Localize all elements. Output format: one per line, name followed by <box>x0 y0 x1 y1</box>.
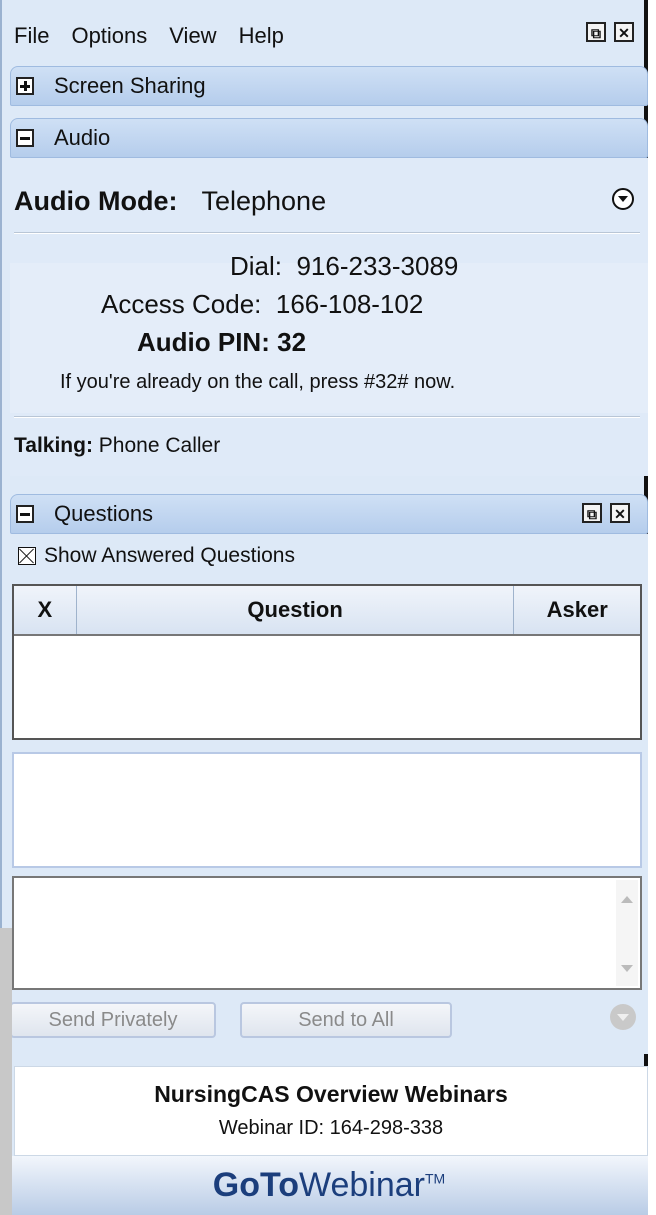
popout-icon[interactable]: ⧉ <box>586 22 606 42</box>
menu-view[interactable]: View <box>169 23 216 49</box>
send-to-all-button[interactable]: Send to All <box>240 1002 452 1038</box>
webinar-info: NursingCAS Overview Webinars Webinar ID:… <box>14 1066 648 1156</box>
answer-input[interactable] <box>12 876 642 990</box>
background-window <box>0 928 12 1215</box>
logo-bold: GoTo <box>212 1166 299 1204</box>
talking-status: Talking: Phone Caller <box>14 434 220 458</box>
column-question[interactable]: Question <box>77 586 515 634</box>
questions-title: Questions <box>54 501 154 526</box>
logo-tm: TM <box>425 1170 446 1187</box>
column-x[interactable]: X <box>14 586 77 634</box>
logo-light: Webinar <box>299 1166 425 1204</box>
audio-panel: Audio Mode: Telephone Dial: 916-233-3089 … <box>10 158 648 476</box>
questions-header[interactable]: Questions <box>10 494 648 534</box>
access-code-label: Access Code: <box>101 289 262 319</box>
scroll-down-icon[interactable] <box>621 965 633 972</box>
divider <box>14 232 640 234</box>
chevron-down-icon[interactable] <box>612 188 634 210</box>
footer: GoToWebinarTM <box>10 1156 648 1215</box>
audio-mode-label: Audio Mode: <box>14 186 178 216</box>
close-icon[interactable]: ✕ <box>610 503 630 523</box>
menu-bar: File Options View Help <box>10 14 646 58</box>
goto-webinar-panel: File Options View Help ⧉ ✕ Screen Sharin… <box>0 0 648 1215</box>
menu-help[interactable]: Help <box>239 23 284 49</box>
screen-sharing-title: Screen Sharing <box>54 73 206 98</box>
dial-info: Dial: 916-233-3089 Access Code: 166-108-… <box>10 251 648 413</box>
show-answered-label: Show Answered Questions <box>44 544 295 567</box>
dial-value: 916-233-3089 <box>296 251 459 281</box>
talking-label: Talking: <box>14 434 93 457</box>
menu-file[interactable]: File <box>14 23 49 49</box>
webinar-title: NursingCAS Overview Webinars <box>154 1081 508 1107</box>
audio-title: Audio <box>54 125 111 150</box>
access-code-row: Access Code: 166-108-102 <box>101 289 423 320</box>
questions-table: X Question Asker <box>12 584 642 740</box>
audio-pin-row: Audio PIN: 32 <box>137 327 306 358</box>
expand-icon[interactable] <box>16 77 34 95</box>
scrollbar[interactable] <box>616 880 638 986</box>
audio-hint: If you're already on the call, press #32… <box>60 371 456 393</box>
audio-mode-value: Telephone <box>201 186 327 216</box>
screen-sharing-header[interactable]: Screen Sharing <box>10 66 648 106</box>
show-answered-checkbox[interactable]: Show Answered Questions <box>18 544 295 568</box>
send-privately-button[interactable]: Send Privately <box>10 1002 216 1038</box>
audio-mode: Audio Mode: Telephone <box>14 186 326 217</box>
close-icon[interactable]: ✕ <box>614 22 634 42</box>
audio-header[interactable]: Audio <box>10 118 648 158</box>
audio-pin-label: Audio PIN: <box>137 327 270 357</box>
talking-value: Phone Caller <box>98 434 221 457</box>
webinar-id: Webinar ID: 164-298-338 <box>218 1117 444 1139</box>
collapse-icon[interactable] <box>16 505 34 523</box>
gotowebinar-logo: GoToWebinarTM <box>213 1166 445 1205</box>
column-asker[interactable]: Asker <box>514 586 640 634</box>
access-code-value: 166-108-102 <box>275 289 424 319</box>
questions-panel: Show Answered Questions X Question Asker… <box>10 534 648 1054</box>
table-header: X Question Asker <box>14 586 640 636</box>
collapse-icon[interactable] <box>16 129 34 147</box>
menu-options[interactable]: Options <box>71 23 147 49</box>
checkbox-icon[interactable] <box>18 547 36 565</box>
dial-label: Dial: <box>230 251 283 281</box>
audio-pin-value: 32 <box>277 327 307 357</box>
dial-row: Dial: 916-233-3089 <box>230 251 458 282</box>
question-detail-box[interactable] <box>12 752 642 868</box>
scroll-up-icon[interactable] <box>621 896 633 903</box>
options-dropdown-icon[interactable] <box>610 1004 636 1030</box>
popout-icon[interactable]: ⧉ <box>582 503 602 523</box>
divider <box>14 416 640 418</box>
